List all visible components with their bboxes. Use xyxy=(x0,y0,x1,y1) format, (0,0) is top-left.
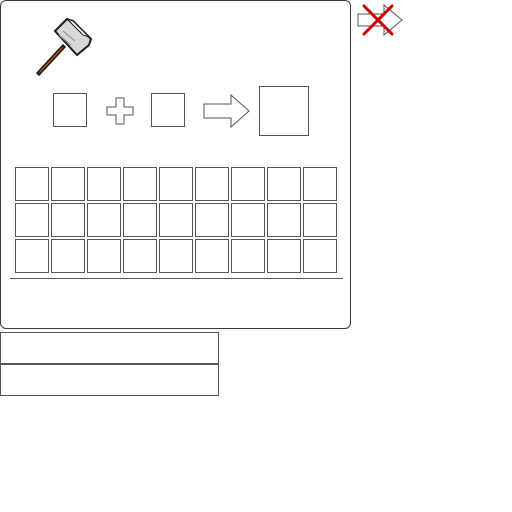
inventory-slot[interactable] xyxy=(51,167,85,201)
inventory-slot[interactable] xyxy=(159,239,193,273)
inventory-slot[interactable] xyxy=(87,239,121,273)
arrow-right-icon xyxy=(203,94,250,128)
inventory-slot[interactable] xyxy=(303,203,337,237)
anvil-panel xyxy=(0,0,351,329)
secondary-text-field[interactable] xyxy=(0,364,219,396)
inventory-slot[interactable] xyxy=(195,239,229,273)
inventory-slot[interactable] xyxy=(267,167,301,201)
inventory-slot[interactable] xyxy=(15,167,49,201)
inventory-slot[interactable] xyxy=(195,203,229,237)
divider xyxy=(10,278,343,279)
inventory-slot[interactable] xyxy=(159,167,193,201)
inventory-slot[interactable] xyxy=(159,203,193,237)
inventory-grid xyxy=(15,167,337,273)
inventory-slot[interactable] xyxy=(195,167,229,201)
anvil-screen xyxy=(0,0,512,512)
plus-icon xyxy=(106,97,134,125)
rename-text-field[interactable] xyxy=(0,332,219,364)
close-icon[interactable] xyxy=(356,2,404,38)
inventory-slot[interactable] xyxy=(267,239,301,273)
inventory-slot[interactable] xyxy=(15,239,49,273)
anvil-left-input-slot[interactable] xyxy=(53,93,87,127)
inventory-slot[interactable] xyxy=(87,167,121,201)
hammer-icon xyxy=(35,17,93,77)
inventory-slot[interactable] xyxy=(51,239,85,273)
inventory-slot[interactable] xyxy=(51,203,85,237)
inventory-slot[interactable] xyxy=(87,203,121,237)
inventory-slot[interactable] xyxy=(267,203,301,237)
inventory-slot[interactable] xyxy=(303,167,337,201)
inventory-slot[interactable] xyxy=(231,167,265,201)
inventory-slot[interactable] xyxy=(123,239,157,273)
anvil-right-input-slot[interactable] xyxy=(151,93,185,127)
inventory-slot[interactable] xyxy=(231,239,265,273)
inventory-slot[interactable] xyxy=(231,203,265,237)
inventory-slot[interactable] xyxy=(15,203,49,237)
inventory-slot[interactable] xyxy=(303,239,337,273)
anvil-result-slot[interactable] xyxy=(259,86,309,136)
inventory-slot[interactable] xyxy=(123,203,157,237)
inventory-slot[interactable] xyxy=(123,167,157,201)
